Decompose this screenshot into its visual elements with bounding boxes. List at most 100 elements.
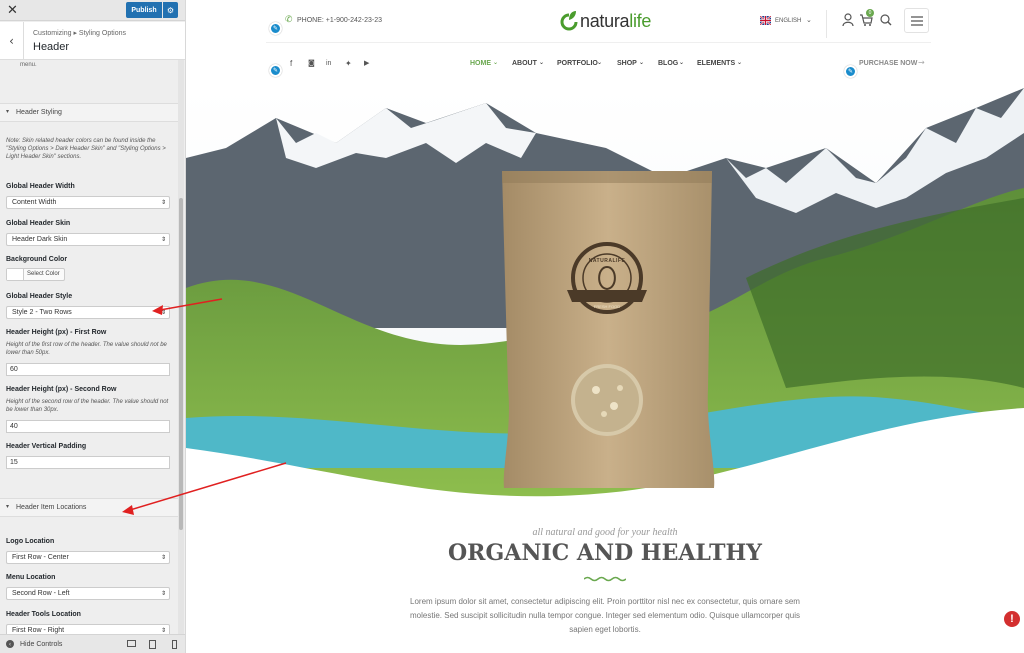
chevron-down-icon: ⌄ <box>737 59 743 66</box>
truncated-text: menu. <box>20 62 37 68</box>
select-arrow-icon: ⇕ <box>160 627 166 634</box>
menu-location-select[interactable]: Second Row - Left ⇕ <box>6 587 170 600</box>
header-row-divider <box>266 42 931 43</box>
facebook-icon[interactable]: f <box>290 59 292 68</box>
header-styling-title: Header Styling <box>16 109 62 116</box>
select-arrow-icon: ⇕ <box>160 199 166 206</box>
header-item-locations-toggle[interactable]: ▾ Header Item Locations <box>0 498 180 517</box>
publish-settings-gear-icon[interactable]: ⚙ <box>163 2 178 18</box>
intro-body-text: Lorem ipsum dolor sit amet, consectetur … <box>410 597 800 634</box>
select-value: First Row - Center <box>12 554 69 561</box>
hide-controls-button[interactable]: Hide Controls <box>20 641 62 648</box>
chevron-down-icon: ⌄ <box>493 59 499 66</box>
nav-elements[interactable]: ELEMENTS <box>697 60 735 67</box>
section-header: ‹ Customizing ▸ Styling Options Header <box>0 22 185 60</box>
select-arrow-icon: ⇕ <box>160 590 166 597</box>
chevron-down-icon: ▾ <box>6 108 10 115</box>
select-value: Second Row - Left <box>12 590 70 597</box>
logo-leaf-icon <box>560 11 578 31</box>
select-value: Content Width <box>12 199 57 206</box>
hamburger-icon <box>911 16 923 26</box>
header-height-first-row-note: Height of the first row of the header. T… <box>6 342 167 356</box>
logo-location-select[interactable]: First Row - Center ⇕ <box>6 551 170 564</box>
menu-toggle-button[interactable] <box>904 8 929 33</box>
scrollbar-thumb[interactable] <box>179 198 183 530</box>
user-account-icon[interactable] <box>842 13 854 27</box>
select-value: First Row - Right <box>12 627 65 634</box>
intro-tagline: all natural and good for your health <box>532 527 678 538</box>
youtube-icon[interactable]: ▶ <box>364 59 369 67</box>
nav-shop[interactable]: SHOP <box>617 60 637 67</box>
header-vertical-padding-input[interactable]: 15 <box>6 456 170 469</box>
edit-shortcut-icon[interactable]: ✎ <box>844 65 857 78</box>
instagram-icon[interactable]: ◙ <box>308 59 315 67</box>
twitter-icon[interactable]: ✦ <box>345 59 352 68</box>
customizer-footer: ‹ Hide Controls <box>0 634 185 653</box>
global-header-skin-select[interactable]: Header Dark Skin ⇕ <box>6 233 170 246</box>
select-arrow-icon: ⇕ <box>160 236 166 243</box>
chevron-down-icon: ⌄ <box>679 59 685 66</box>
header-item-locations-title: Header Item Locations <box>16 504 87 511</box>
global-header-style-select[interactable]: Style 2 - Two Rows ⇕ <box>6 306 170 319</box>
header-height-second-row-label: Header Height (px) - Second Row <box>6 386 117 393</box>
site-header: ✆ PHONE: +1-900-242-23-23 ✎ naturalife E… <box>186 0 1024 90</box>
hide-controls-icon[interactable]: ‹ <box>6 640 14 648</box>
logo-location-label: Logo Location <box>6 538 55 545</box>
chevron-down-icon: ⌄ <box>539 59 545 66</box>
background-color-label: Background Color <box>6 256 68 263</box>
edit-shortcut-icon[interactable]: ✎ <box>269 22 282 35</box>
hero-banner: NATURALIFE FRESH FOOD <box>186 88 1024 508</box>
select-color-label: Select Color <box>27 271 60 277</box>
header-tools-location-label: Header Tools Location <box>6 611 81 618</box>
intro-headline: ORGANIC AND HEALTHY <box>448 540 762 566</box>
select-arrow-icon: ⇕ <box>160 554 166 561</box>
chevron-down-icon: ⌄ <box>597 59 603 66</box>
desktop-preview-icon[interactable] <box>127 640 136 647</box>
package-badge-subtext: FRESH FOOD <box>593 304 621 309</box>
language-selector[interactable]: ENGLISH <box>775 18 801 24</box>
alert-icon[interactable]: ! <box>1004 611 1020 627</box>
search-icon[interactable] <box>880 14 892 26</box>
customizer-controls[interactable]: menu. ▾ Header Styling Note: Skin relate… <box>0 60 185 634</box>
close-icon[interactable]: ✕ <box>7 3 18 18</box>
header-height-first-row-input[interactable]: 60 <box>6 363 170 376</box>
chevron-down-icon: ⌄ <box>639 59 645 66</box>
header-height-first-row-label: Header Height (px) - First Row <box>6 329 107 336</box>
nav-portfolio[interactable]: PORTFOLIO <box>557 60 598 67</box>
nav-blog[interactable]: BLOG <box>658 60 678 67</box>
linkedin-icon[interactable]: in <box>326 60 331 67</box>
uk-flag-icon <box>760 16 771 25</box>
arrow-right-icon: → <box>918 58 925 67</box>
select-color-button[interactable]: Select Color <box>6 268 65 281</box>
header-tools-location-select[interactable]: First Row - Right ⇕ <box>6 624 170 634</box>
purchase-now-link[interactable]: PURCHASE NOW <box>859 60 917 67</box>
select-value: Header Dark Skin <box>12 236 68 243</box>
publish-button[interactable]: Publish <box>126 2 162 18</box>
customizer-topbar: ✕ Publish ⚙ <box>0 0 185 21</box>
tablet-preview-icon[interactable] <box>149 640 156 649</box>
header-vertical-padding-label: Header Vertical Padding <box>6 443 87 450</box>
select-value: Style 2 - Two Rows <box>12 309 72 316</box>
nav-home[interactable]: HOME <box>470 60 491 67</box>
chevron-down-icon: ⌄ <box>806 16 812 24</box>
nav-about[interactable]: ABOUT <box>512 60 537 67</box>
breadcrumb: Customizing ▸ Styling Options <box>33 30 126 37</box>
skin-note: Note: Skin related header colors can be … <box>6 138 166 160</box>
site-preview: ✆ PHONE: +1-900-242-23-23 ✎ naturalife E… <box>186 0 1024 653</box>
edit-shortcut-icon[interactable]: ✎ <box>269 64 282 77</box>
hero-landscape-image <box>186 88 1024 508</box>
package-badge-text: NATURALIFE <box>588 258 626 264</box>
site-logo[interactable]: naturalife <box>580 11 651 32</box>
header-height-second-row-input[interactable]: 40 <box>6 420 170 433</box>
divider <box>826 10 827 38</box>
header-styling-toggle[interactable]: ▾ Header Styling <box>0 103 180 122</box>
logo-text-part: natura <box>580 11 630 31</box>
phone-text: PHONE: +1-900-242-23-23 <box>297 17 383 24</box>
mobile-preview-icon[interactable] <box>172 640 177 649</box>
global-header-width-select[interactable]: Content Width ⇕ <box>6 196 170 209</box>
back-chevron-icon[interactable]: ‹ <box>0 22 24 60</box>
intro-section: all natural and good for your health ORG… <box>186 500 1024 653</box>
cart-count-badge: 0 <box>866 9 874 17</box>
global-header-skin-label: Global Header Skin <box>6 220 71 227</box>
global-header-style-label: Global Header Style <box>6 293 73 300</box>
